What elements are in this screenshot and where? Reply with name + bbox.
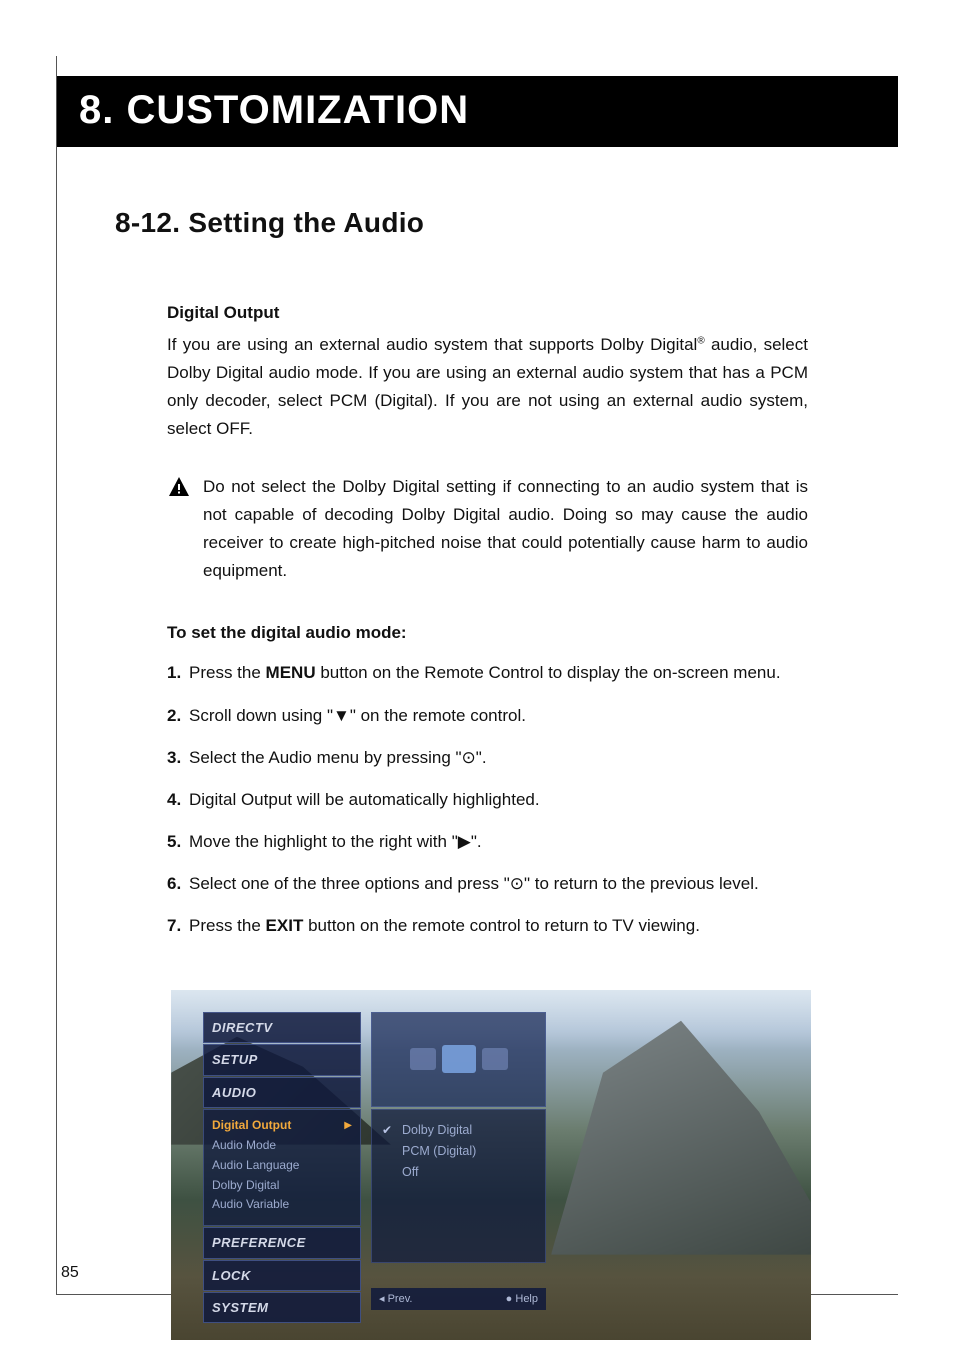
- step-7: Press the EXIT button on the remote cont…: [167, 912, 808, 940]
- device-icon: [482, 1048, 508, 1070]
- osd-breadcrumb-2: SETUP: [203, 1044, 361, 1075]
- osd-prev: ◂ Prev.: [379, 1290, 412, 1308]
- osd-option-label: Dolby Digital: [402, 1120, 472, 1141]
- step-7a: Press the: [189, 916, 266, 935]
- step-2a: Scroll down using ": [189, 706, 333, 725]
- osd-options-column: ✔ Dolby Digital PCM (Digital) Off: [371, 1012, 546, 1263]
- registered-mark: ®: [697, 335, 704, 346]
- osd-breadcrumb-3: AUDIO: [203, 1077, 361, 1108]
- check-icon: ✔: [382, 1120, 394, 1140]
- step-7-exit: EXIT: [266, 916, 304, 935]
- step-1-menu: MENU: [266, 663, 316, 682]
- osd-screenshot: DIRECTV SETUP AUDIO Digital Output ▶ Aud…: [171, 990, 811, 1340]
- prev-icon: ◂: [379, 1293, 385, 1305]
- step-4: Digital Output will be automatically hig…: [167, 786, 808, 814]
- osd-tail-system: SYSTEM: [203, 1292, 361, 1323]
- step-6a: Select one of the three options and pres…: [189, 874, 510, 893]
- warning-text: Do not select the Dolby Digital setting …: [203, 473, 808, 585]
- step-6: Select one of the three options and pres…: [167, 870, 808, 898]
- osd-menu-item: Dolby Digital: [212, 1176, 352, 1196]
- osd-menu-list: Digital Output ▶ Audio Mode Audio Langua…: [203, 1109, 361, 1226]
- osd-menu-selected-label: Digital Output: [212, 1116, 291, 1136]
- osd-menu-item: Audio Language: [212, 1156, 352, 1176]
- chevron-right-icon: ▶: [344, 1118, 352, 1135]
- warning-icon: [167, 473, 203, 585]
- step-3: Select the Audio menu by pressing "⊙".: [167, 744, 808, 772]
- digital-output-paragraph: If you are using an external audio syste…: [167, 331, 808, 443]
- step-2c: " on the remote control.: [350, 706, 526, 725]
- osd-option-label: PCM (Digital): [402, 1141, 476, 1162]
- step-3c: ".: [476, 748, 487, 767]
- osd-help: ● Help: [506, 1290, 538, 1308]
- digital-output-heading: Digital Output: [167, 299, 808, 327]
- osd-menu-item: Audio Variable: [212, 1195, 352, 1215]
- step-5a: Move the highlight to the right with ": [189, 832, 458, 851]
- page-number: 85: [61, 1264, 79, 1282]
- osd-tail-lock: LOCK: [203, 1260, 361, 1291]
- help-icon: ●: [506, 1293, 513, 1305]
- osd-menu-item-selected: Digital Output ▶: [212, 1116, 352, 1136]
- osd-option-selected: ✔ Dolby Digital: [382, 1120, 535, 1141]
- instructions-heading: To set the digital audio mode:: [167, 619, 808, 647]
- osd-prev-label: Prev.: [388, 1293, 413, 1305]
- osd-menu-column: DIRECTV SETUP AUDIO Digital Output ▶ Aud…: [203, 1012, 361, 1324]
- step-6c: " to return to the previous level.: [524, 874, 759, 893]
- device-icon: [442, 1045, 476, 1073]
- step-5c: ".: [471, 832, 482, 851]
- down-arrow-icon: ▼: [333, 706, 350, 725]
- osd-option: Off: [382, 1162, 535, 1183]
- step-1: Press the MENU button on the Remote Cont…: [167, 659, 808, 687]
- osd-tail-preference: PREFERENCE: [203, 1227, 361, 1258]
- step-2: Scroll down using "▼" on the remote cont…: [167, 702, 808, 730]
- step-7c: button on the remote control to return t…: [303, 916, 700, 935]
- select-icon-2: ⊙: [510, 874, 524, 893]
- osd-help-label: Help: [515, 1293, 538, 1305]
- step-5: Move the highlight to the right with "▶"…: [167, 828, 808, 856]
- osd-options-list: ✔ Dolby Digital PCM (Digital) Off: [371, 1109, 546, 1263]
- step-3a: Select the Audio menu by pressing ": [189, 748, 462, 767]
- instruction-steps: Press the MENU button on the Remote Cont…: [167, 659, 808, 939]
- osd-device-icons: [371, 1012, 546, 1107]
- step-1a: Press the: [189, 663, 266, 682]
- osd-footer-bar: ◂ Prev. ● Help: [371, 1288, 546, 1310]
- digital-output-text-a: If you are using an external audio syste…: [167, 335, 697, 354]
- select-icon: ⊙: [462, 748, 476, 767]
- right-arrow-icon: ▶: [458, 832, 471, 851]
- osd-menu-item: Audio Mode: [212, 1136, 352, 1156]
- osd-option-label: Off: [402, 1162, 418, 1183]
- step-1c: button on the Remote Control to display …: [316, 663, 781, 682]
- osd-option: PCM (Digital): [382, 1141, 535, 1162]
- section-title: 8-12. Setting the Audio: [115, 207, 898, 239]
- osd-breadcrumb-1: DIRECTV: [203, 1012, 361, 1043]
- chapter-title: 8. CUSTOMIZATION: [57, 76, 898, 147]
- device-icon: [410, 1048, 436, 1070]
